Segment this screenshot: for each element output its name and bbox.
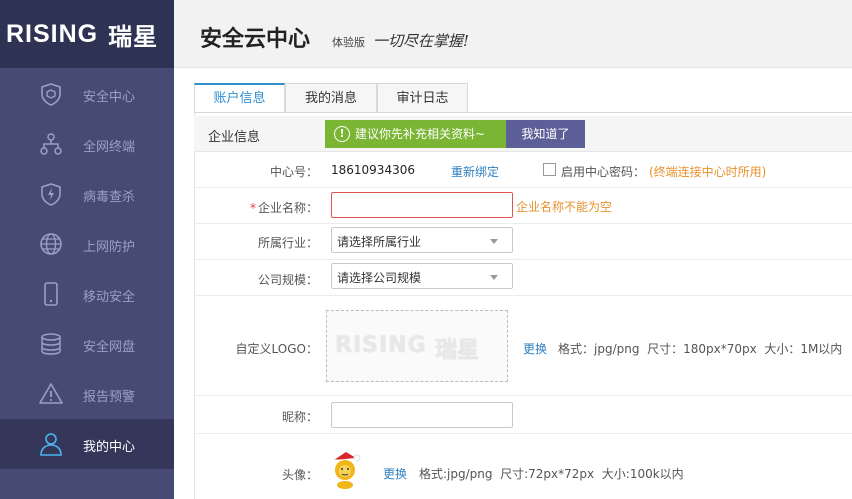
tab-audit-log[interactable]: 审计日志 <box>377 83 468 113</box>
brand-logo-cn: 瑞星 <box>108 22 159 51</box>
edition-badge: 体验版 <box>332 36 365 49</box>
sidebar-item-label: 安全网盘 <box>83 340 136 355</box>
section-title: 企业信息 <box>208 130 261 145</box>
tip-text: 建议你先补充相关资料~ <box>355 127 486 141</box>
form-row-industry: 所属行业： 请选择所属行业 <box>194 224 852 260</box>
mobile-icon <box>44 282 58 306</box>
sidebar-item-all-terminals[interactable]: 全网终端 <box>0 119 174 169</box>
brand-logo: RISING 瑞星 <box>0 0 174 68</box>
sidebar-item-virus-scan[interactable]: 病毒查杀 <box>0 169 174 219</box>
brand-logo-text: RISING <box>6 19 99 48</box>
shield-icon <box>41 83 61 106</box>
tab-my-messages[interactable]: 我的消息 <box>285 83 377 113</box>
form-row-logo: 自定义LOGO： RISING 瑞星 更换 格式：jpg/png 尺寸：180p… <box>194 296 852 396</box>
form-row-center-id: 中心号： 18610934306 重新绑定 启用中心密码： (终端连接中心时所用… <box>194 152 852 188</box>
avatar-label: 头像： <box>281 468 318 482</box>
required-marker: * <box>249 201 256 215</box>
user-icon <box>40 433 62 456</box>
page-header: 安全云中心 体验版 一切尽在掌握! <box>174 0 852 68</box>
tip-banner: ! 建议你先补充相关资料~ <box>325 120 506 148</box>
database-icon <box>41 333 61 355</box>
form-row-nickname: 昵称： <box>194 396 852 434</box>
center-id-label: 中心号： <box>269 165 318 179</box>
sidebar-item-security-center[interactable]: 安全中心 <box>0 69 174 119</box>
avatar-spec: 格式:jpg/png 尺寸:72px*72px 大小:100k以内 <box>419 467 684 481</box>
center-password-checkbox[interactable] <box>543 163 556 176</box>
nickname-input[interactable] <box>331 402 513 428</box>
company-size-label: 公司规模： <box>257 273 318 287</box>
company-name-error: 企业名称不能为空 <box>516 200 613 214</box>
sidebar-item-label: 上网防护 <box>83 240 136 255</box>
sidebar-item-label: 移动安全 <box>83 290 136 305</box>
sidebar-item-web-protection[interactable]: 上网防护 <box>0 219 174 269</box>
industry-label: 所属行业： <box>257 236 318 250</box>
globe-icon <box>40 233 62 255</box>
acknowledge-button[interactable]: 我知道了 <box>506 120 585 148</box>
industry-select[interactable]: 请选择所属行业 <box>331 227 513 253</box>
sidebar-item-report-alert[interactable]: 报告预警 <box>0 369 174 419</box>
center-password-hint: (终端连接中心时所用) <box>649 165 767 179</box>
sidebar-item-label: 全网终端 <box>83 140 136 155</box>
industry-select-value: 请选择所属行业 <box>337 235 422 249</box>
change-avatar-link[interactable]: 更换 <box>383 465 407 482</box>
change-logo-link[interactable]: 更换 <box>523 340 547 357</box>
company-name-input[interactable] <box>331 192 513 218</box>
section-header: 企业信息 ! 建议你先补充相关资料~ 我知道了 <box>194 116 852 152</box>
tab-account-info[interactable]: 账户信息 <box>194 83 285 113</box>
nickname-label: 昵称： <box>281 410 318 424</box>
sidebar-item-label: 安全中心 <box>83 90 136 105</box>
center-password-label: 启用中心密码： <box>561 165 646 179</box>
sidebar-item-my-center[interactable]: 我的中心 <box>0 419 174 469</box>
sidebar-item-label: 报告预警 <box>83 390 136 405</box>
sidebar-item-label: 病毒查杀 <box>83 190 136 205</box>
avatar-lion-icon <box>332 452 361 489</box>
page-title: 安全云中心 <box>200 27 311 52</box>
form-row-company-size: 公司规模： 请选择公司规模 <box>194 260 852 296</box>
form-row-company-name: * 企业名称： 企业名称不能为空 <box>194 188 852 224</box>
company-name-label-text: 企业名称： <box>257 201 318 215</box>
virus-scan-icon <box>41 183 61 206</box>
company-name-label: * 企业名称： <box>250 199 318 216</box>
company-size-select[interactable]: 请选择公司规模 <box>331 263 513 289</box>
center-id-value: 18610934306 <box>331 163 415 177</box>
chevron-down-icon <box>490 275 498 280</box>
sidebar-item-label: 我的中心 <box>83 440 136 455</box>
logo-label: 自定义LOGO： <box>235 342 318 356</box>
logo-preview-text: RISING <box>335 333 427 358</box>
warning-icon <box>39 383 63 404</box>
logo-preview: RISING 瑞星 <box>326 310 508 382</box>
sidebar-item-mobile-security[interactable]: 移动安全 <box>0 269 174 319</box>
sidebar-item-secure-drive[interactable]: 安全网盘 <box>0 319 174 369</box>
logo-preview-cn: 瑞星 <box>435 338 480 363</box>
rebind-link[interactable]: 重新绑定 <box>451 163 499 180</box>
company-size-select-value: 请选择公司规模 <box>337 271 422 285</box>
exclamation-icon: ! <box>334 126 350 142</box>
form-row-avatar: 头像： 更换 格式:jpg/png 尺寸:72px*72px 大小:100k以内 <box>194 434 852 499</box>
logo-spec: 格式：jpg/png 尺寸：180px*70px 大小：1M以内 <box>558 342 843 356</box>
sidebar: RISING 瑞星 安全中心 全网终端 病毒查杀 上网防护 移动安全 安全网盘 … <box>0 0 174 499</box>
network-icon <box>40 133 62 155</box>
chevron-down-icon <box>490 239 498 244</box>
slogan: 一切尽在掌握! <box>373 32 470 50</box>
